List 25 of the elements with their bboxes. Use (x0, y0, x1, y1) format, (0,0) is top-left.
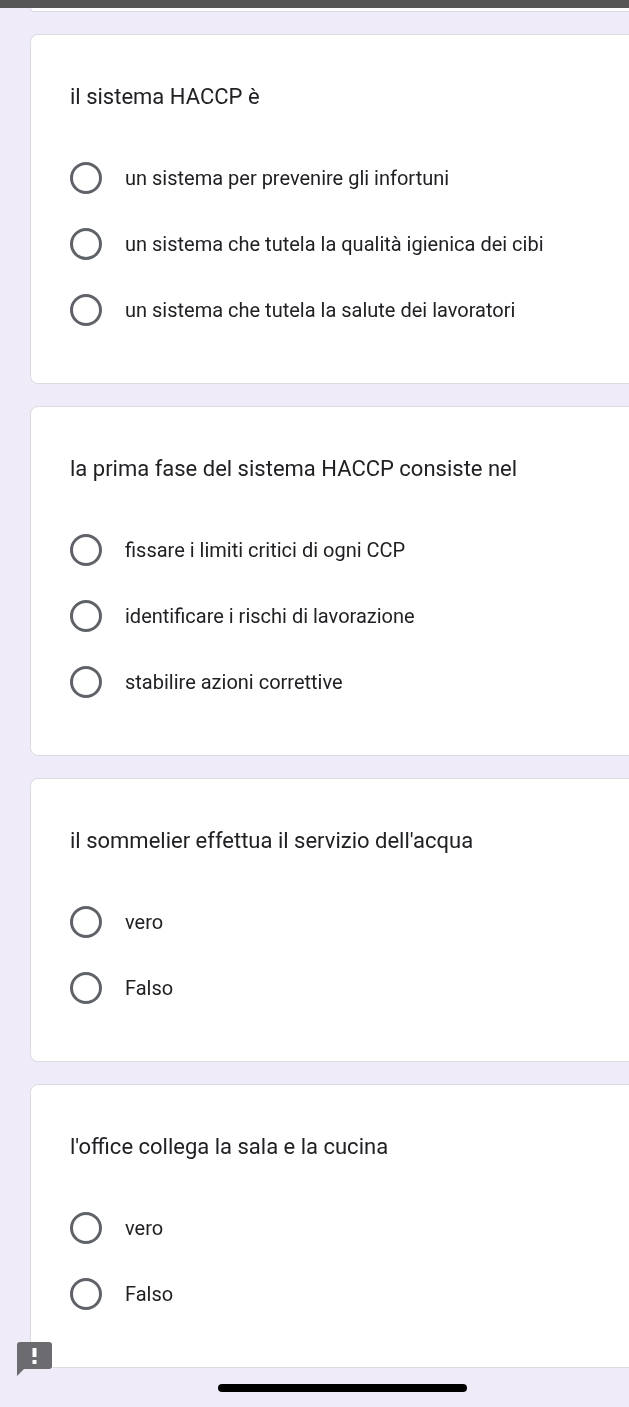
radio-button[interactable] (70, 666, 102, 698)
option-label[interactable]: un sistema che tutela la salute dei lavoratori (125, 293, 589, 327)
radio-button[interactable] (70, 1212, 102, 1244)
question-title: il sommelier effettua il servizio dell'acqua (70, 827, 475, 855)
option-label[interactable]: un sistema per prevenire gli infortuni (125, 161, 589, 195)
radio-button[interactable] (70, 162, 102, 194)
radio-button[interactable] (70, 228, 102, 260)
option-label[interactable]: un sistema che tutela la qualità igienica dei cibi (125, 227, 589, 261)
option-label[interactable]: fissare i limiti critici di ogni CCP (125, 533, 589, 567)
option-label[interactable]: stabilire azioni correttive (125, 665, 589, 699)
question-title: la prima fase del sistema HACCP consiste nel (70, 455, 519, 483)
radio-button[interactable] (70, 906, 102, 938)
radio-button[interactable] (70, 600, 102, 632)
option-label[interactable]: identificare i rischi di lavorazione (125, 599, 589, 633)
question-title: il sistema HACCP è (70, 83, 261, 111)
radio-button[interactable] (70, 534, 102, 566)
option-label[interactable]: vero (125, 905, 589, 939)
radio-button[interactable] (70, 294, 102, 326)
option-label[interactable]: vero (125, 1211, 589, 1245)
radio-button[interactable] (70, 1278, 102, 1310)
question-title: l'office collega la sala e la cucina (70, 1133, 390, 1161)
radio-button[interactable] (70, 972, 102, 1004)
option-label[interactable]: Falso (125, 971, 589, 1005)
feedback-icon[interactable] (17, 1342, 52, 1376)
option-label[interactable]: Falso (125, 1277, 589, 1311)
